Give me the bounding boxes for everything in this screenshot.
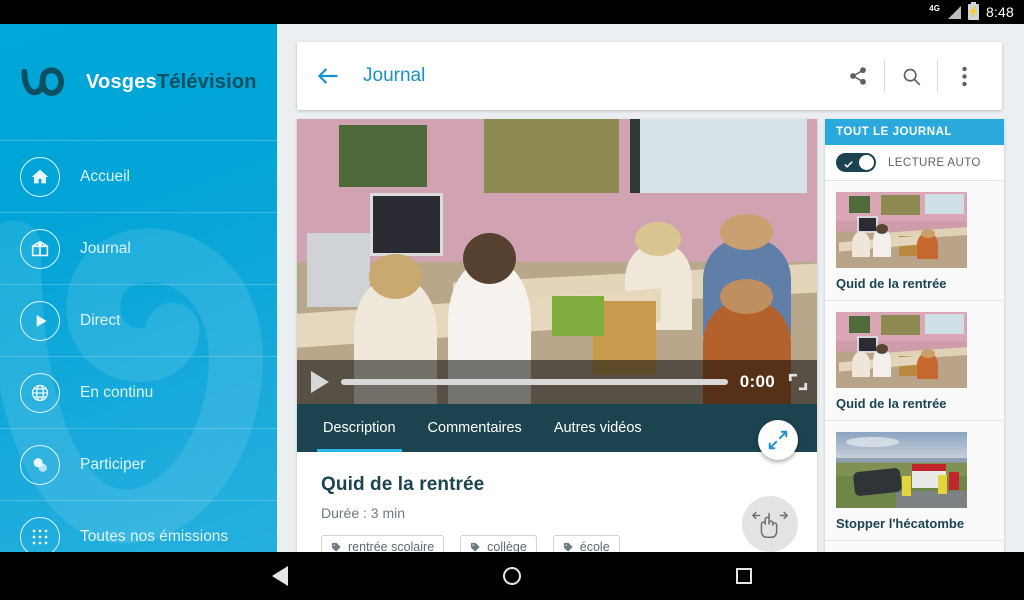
signal-4g-icon [945,5,961,19]
list-item[interactable]: Quid de la rentrée [825,181,1004,301]
content-tabs: Description Commentaires Autres vidéos [297,404,817,452]
tag-list: rentrée scolaire collège école [321,535,793,552]
tab-commentaires[interactable]: Commentaires [412,404,538,452]
app-bar: Journal [297,42,1002,110]
tag-icon [331,542,342,553]
more-vertical-icon[interactable] [938,55,990,97]
sidebar-item-label: Journal [80,239,131,257]
tag-chip[interactable]: école [552,535,620,553]
tag-label: école [579,540,610,552]
swipe-hand-icon [742,496,798,552]
playlist-header: TOUT LE JOURNAL [825,119,1004,145]
sidebar-item-direct[interactable]: Direct [0,284,277,356]
tab-description[interactable]: Description [307,404,412,452]
playlist-items: Quid de la rentrée Quid de la rentrée St… [825,181,1004,541]
video-duration: Durée : 3 min [321,505,406,521]
autoplay-label: LECTURE AUTO [888,156,981,169]
sidebar-item-label: Direct [80,311,121,329]
tab-label: Description [323,420,396,436]
tag-label: collège [487,540,527,552]
video-player[interactable]: 0:00 [297,119,817,404]
video-controls: 0:00 [297,360,817,404]
network-type-label: 4G [929,4,940,13]
search-icon[interactable] [885,55,937,97]
autoplay-toggle[interactable] [836,153,876,172]
nav-recents-icon[interactable] [736,568,752,584]
description-panel: Quid de la rentrée Durée : 3 min rentrée… [297,452,817,552]
play-circle-icon [20,300,60,341]
tag-icon [470,542,481,553]
autoplay-row: LECTURE AUTO [825,145,1004,181]
fullscreen-icon[interactable] [787,372,809,392]
vosges-tv-logo-icon [21,67,64,96]
sidebar-item-participer[interactable]: Participer [0,428,277,500]
sidebar-item-journal[interactable]: Journal [0,212,277,284]
sidebar-item-label: Participer [80,455,146,473]
playlist-thumbnail [836,432,967,508]
video-title: Quid de la rentrée [321,474,485,495]
battery-charging-icon: ⚡ [967,2,980,20]
sidebar-item-toutes-nos-emissions[interactable]: Toutes nos émissions [0,500,277,552]
playlist-thumbnail [836,192,967,268]
sidebar-item-label: Accueil [80,167,130,185]
tab-label: Autres vidéos [553,420,642,436]
chat-bubbles-icon [20,444,60,485]
sidebar-item-accueil[interactable]: Accueil [0,140,277,212]
drawer-brand: VosgesTélévision [0,24,277,140]
sidebar-item-label: Toutes nos émissions [80,527,229,545]
arrow-back-icon[interactable] [315,63,341,89]
playlist-thumbnail [836,312,967,388]
brand-title: VosgesTélévision [86,71,257,94]
content-stage: VosgesTélévision Accueil Journal Direct … [0,24,1024,552]
playlist-item-title: Stopper l'hécatombe [836,516,965,531]
brand-name-bold: Vosges [86,70,157,93]
navigation-drawer: VosgesTélévision Accueil Journal Direct … [0,24,277,552]
drawer-item-list: Accueil Journal Direct En continu Partic… [0,140,277,552]
tab-autres-videos[interactable]: Autres vidéos [538,404,658,452]
play-icon[interactable] [311,371,329,393]
home-icon [20,156,60,197]
list-item[interactable]: Quid de la rentrée [825,301,1004,421]
android-nav-bar [0,552,1024,600]
newspaper-icon [20,228,60,269]
check-icon [843,157,854,175]
video-progress-bar[interactable] [341,379,728,385]
resize-diagonal-icon[interactable] [758,420,798,460]
tag-chip[interactable]: collège [460,535,537,552]
sidebar-item-en-continu[interactable]: En continu [0,356,277,428]
tab-label: Commentaires [427,420,522,436]
video-time-label: 0:00 [739,372,775,391]
list-item[interactable]: Stopper l'hécatombe [825,421,1004,541]
toggle-knob [859,155,874,170]
player-card: 0:00 Description Commentaires Autres vid… [297,119,817,552]
brand-name-rest: Télévision [156,70,257,93]
tag-icon [563,542,574,553]
nav-back-icon[interactable] [272,566,288,586]
page-title: Journal [363,65,426,86]
share-icon[interactable] [832,55,884,97]
app-screen: 4G ⚡ 8:48 VosgesTélévision Accueil Journ… [0,0,1024,600]
tag-label: rentrée scolaire [348,540,435,552]
nav-home-icon[interactable] [503,567,521,585]
playlist-item-title: Quid de la rentrée [836,396,947,411]
sidebar-item-label: En continu [80,383,154,401]
playlist-item-title: Quid de la rentrée [836,276,947,291]
grid-dots-icon [20,516,60,552]
status-bar: 4G ⚡ 8:48 [0,0,1024,24]
playlist-panel: TOUT LE JOURNAL LECTURE AUTO Quid de la … [825,119,1004,552]
status-bar-clock: 8:48 [985,4,1014,20]
globe-icon [20,372,60,413]
tag-chip[interactable]: rentrée scolaire [321,535,445,553]
